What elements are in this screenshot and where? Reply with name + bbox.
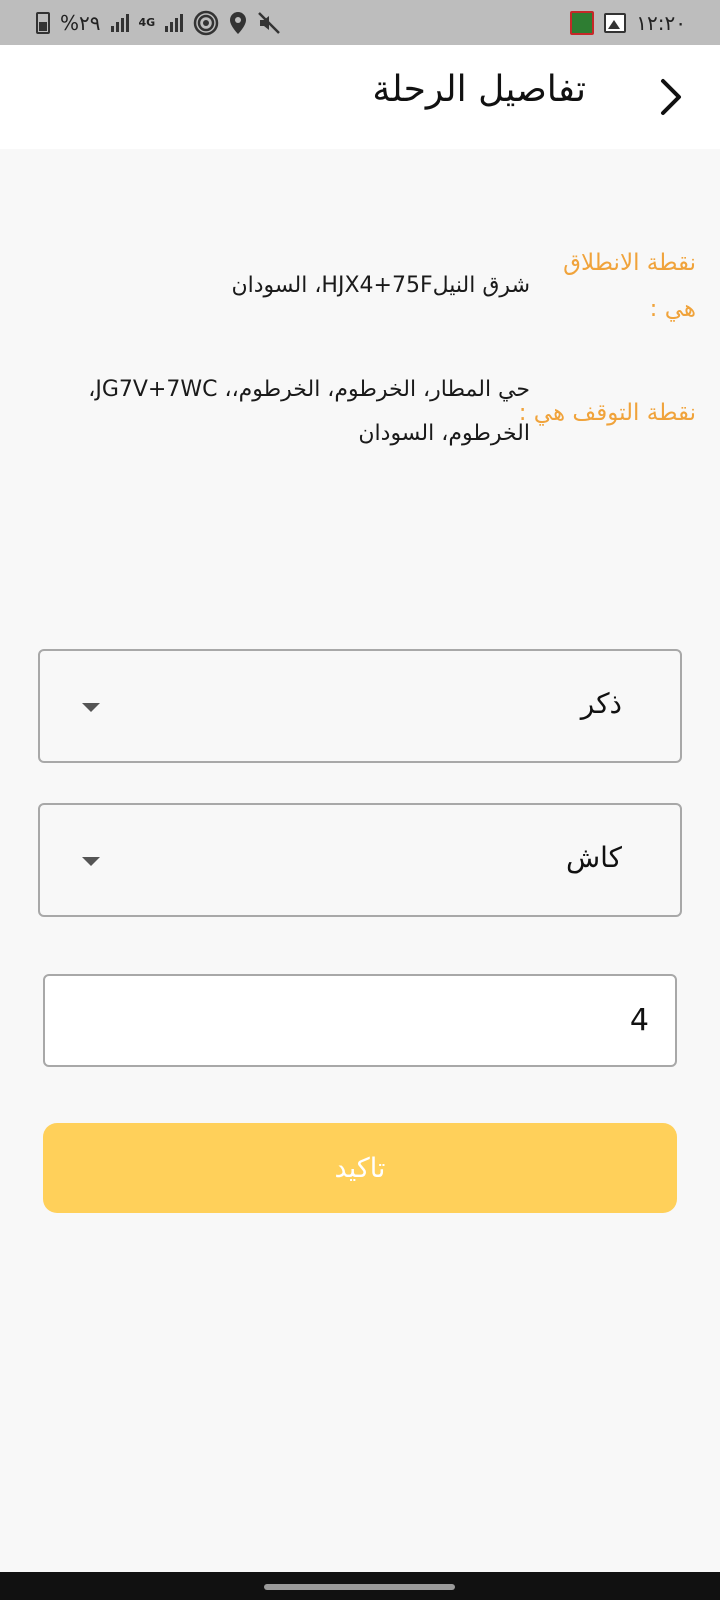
stop-value-line2: الخرطوم، السودان <box>358 421 530 446</box>
status-left-group: %٢٩ 4G <box>36 10 281 35</box>
battery-icon <box>36 11 50 35</box>
book-app-icon <box>570 10 595 35</box>
stop-label: نقطة التوقف هي : <box>518 400 696 426</box>
stop-value-line1: حي المطار، الخرطوم، الخرطوم،، JG7V+7WC، <box>88 377 530 402</box>
dropdown-arrow-icon <box>82 857 100 866</box>
payment-selected-value: كاش <box>565 841 622 874</box>
confirm-button[interactable]: تاكيد <box>43 1123 677 1213</box>
start-label-line2: هي : <box>649 296 696 322</box>
start-value: شرق النيلHJX4+75F، السودان <box>231 273 530 298</box>
gender-dropdown[interactable]: ذكر <box>38 649 682 763</box>
mute-icon <box>257 11 281 35</box>
network-type-label: 4G <box>138 16 156 29</box>
app-bar: تفاصيل الرحلة <box>0 45 720 149</box>
status-bar: %٢٩ 4G ١٢:٢٠ <box>0 0 720 45</box>
page-title: تفاصيل الرحلة <box>372 69 586 110</box>
signal-4g-icon <box>165 13 184 32</box>
hotspot-icon <box>193 10 219 35</box>
signal-icon <box>110 13 129 32</box>
passenger-count-input[interactable] <box>43 974 677 1067</box>
battery-percent: %٢٩ <box>60 10 101 35</box>
status-right-group: ١٢:٢٠ <box>570 10 686 35</box>
home-gesture-handle[interactable] <box>264 1584 455 1590</box>
status-time: ١٢:٢٠ <box>636 10 686 35</box>
start-label: نقطة الانطلاق هي : <box>536 240 696 332</box>
back-button[interactable] <box>646 73 694 121</box>
gender-selected-value: ذكر <box>580 687 622 720</box>
location-icon <box>229 11 247 35</box>
start-label-line1: نقطة الانطلاق <box>563 250 696 276</box>
payment-dropdown[interactable]: كاش <box>38 803 682 917</box>
image-icon <box>604 11 627 35</box>
navigation-bar <box>0 1572 720 1600</box>
chevron-right-icon <box>661 79 681 115</box>
stop-value: حي المطار، الخرطوم، الخرطوم،، JG7V+7WC، … <box>30 368 530 456</box>
dropdown-arrow-icon <box>82 703 100 712</box>
